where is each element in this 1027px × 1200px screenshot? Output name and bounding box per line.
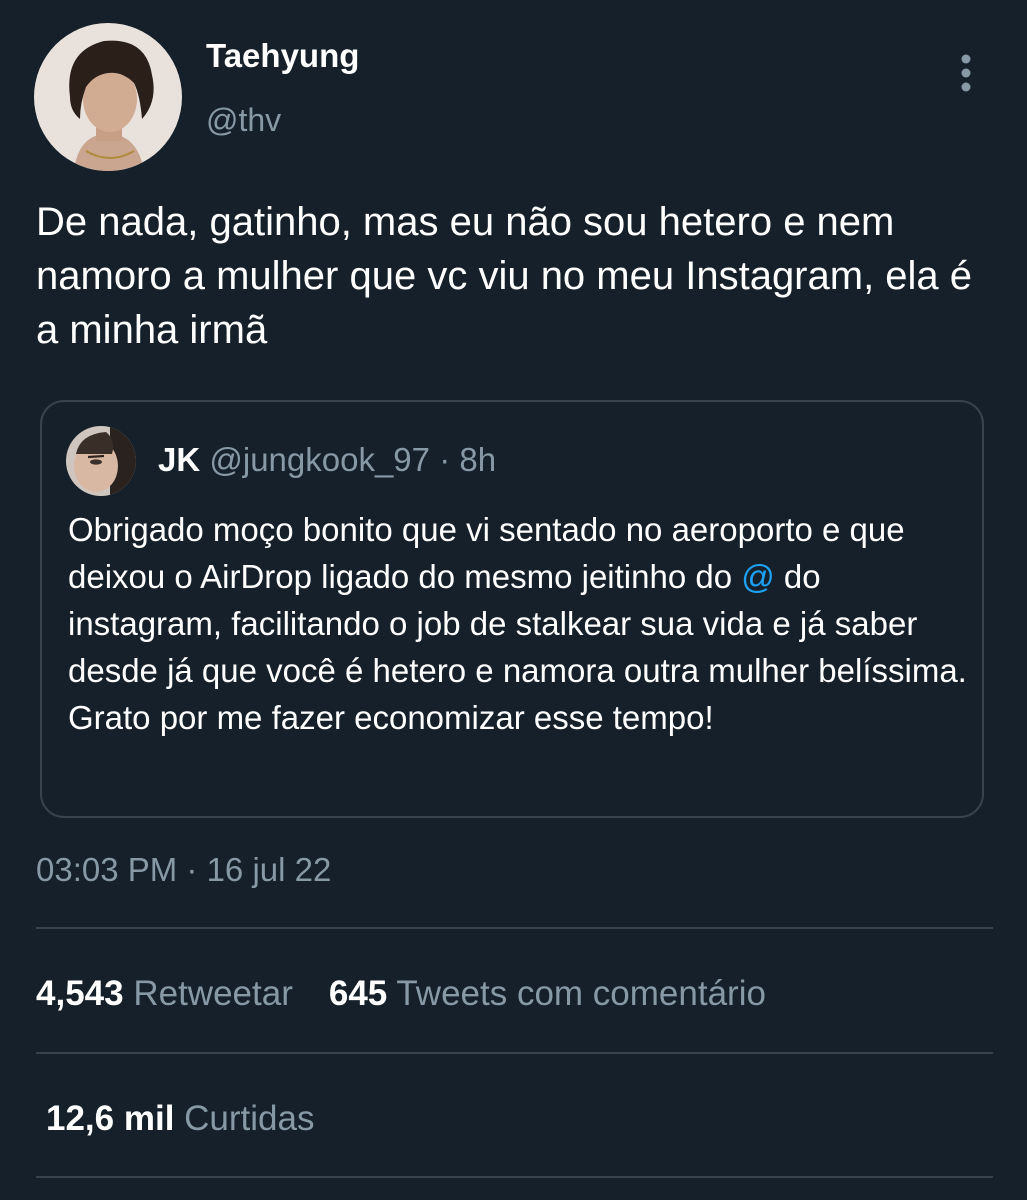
quoted-tweet-header: JK @jungkook_97 · 8h — [158, 440, 496, 480]
quoted-tweet-time[interactable]: 8h — [459, 441, 496, 478]
divider — [36, 927, 993, 929]
retweets-label: Retweetar — [133, 974, 293, 1013]
more-options-button[interactable] — [946, 50, 986, 96]
likes-row: 12,6 mil Curtidas — [46, 1097, 314, 1141]
divider — [36, 1052, 993, 1054]
profile-photo-icon — [66, 426, 136, 496]
quoted-author-handle[interactable]: @jungkook_97 — [209, 441, 430, 478]
retweets-count: 4,543 — [36, 974, 124, 1013]
author-display-name[interactable]: Taehyung — [206, 36, 359, 76]
divider — [36, 1176, 993, 1178]
author-avatar[interactable] — [34, 23, 182, 171]
author-handle[interactable]: @thv — [206, 100, 281, 140]
tweet-timestamp[interactable]: 03:03 PM · 16 jul 22 — [36, 850, 331, 890]
vertical-dots-icon — [961, 54, 971, 92]
quoted-author-name[interactable]: JK — [158, 441, 200, 478]
quote-tweets-count: 645 — [328, 974, 388, 1013]
quoted-tweet-text: Obrigado moço bonito que vi sentado no a… — [68, 506, 968, 741]
tweet-text: De nada, gatinho, mas eu não sou hetero … — [36, 200, 973, 352]
likes-count: 12,6 mil — [46, 1099, 175, 1138]
quote-tweets-label: Tweets com comentário — [396, 974, 766, 1013]
mention-link[interactable]: @ — [741, 558, 775, 595]
quoted-tweet-card[interactable]: JK @jungkook_97 · 8h Obrigado moço bonit… — [40, 400, 984, 818]
likes-label: Curtidas — [184, 1099, 315, 1138]
profile-photo-icon — [34, 23, 182, 171]
quote-tweets-stat[interactable]: 645 Tweets com comentário — [329, 974, 766, 1013]
quoted-author-avatar[interactable] — [66, 426, 136, 496]
engagement-row: 4,543 Retweetar 645 Tweets com comentário — [36, 972, 766, 1016]
header-separator: · — [439, 441, 451, 478]
retweets-stat[interactable]: 4,543 Retweetar — [36, 974, 293, 1013]
likes-stat[interactable]: 12,6 mil Curtidas — [46, 1099, 314, 1138]
